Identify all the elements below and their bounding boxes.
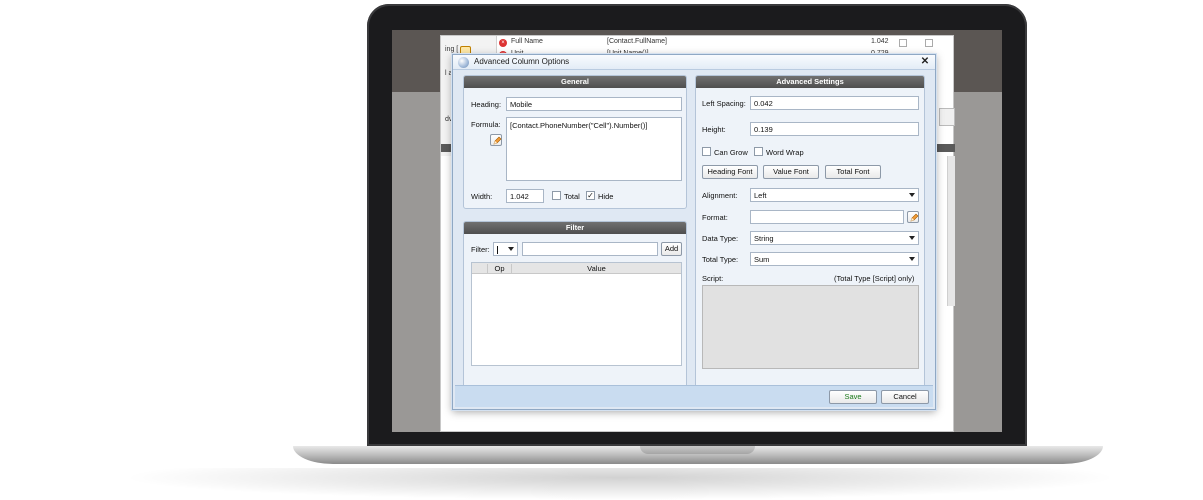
script-note: (Total Type [Script] only) xyxy=(834,274,915,283)
chevron-down-icon xyxy=(909,236,915,240)
width-label: Width: xyxy=(471,192,493,201)
hide-label: Hide xyxy=(598,192,614,201)
format-edit-icon[interactable] xyxy=(907,211,919,223)
total-type-label: Total Type: xyxy=(702,255,739,264)
data-type-value: String xyxy=(754,234,774,243)
word-wrap-checkbox[interactable] xyxy=(754,147,763,156)
row-name: Full Name xyxy=(511,38,543,45)
close-icon[interactable]: ✕ xyxy=(919,56,931,68)
filter-grid: Op Value xyxy=(471,262,682,366)
general-panel: General Heading: Mobile Formula: [Contac… xyxy=(463,75,687,209)
script-label: Script: xyxy=(702,274,724,283)
row-checkbox[interactable] xyxy=(925,39,933,47)
left-spacing-label: Left Spacing: xyxy=(702,99,746,108)
filter-label: Filter: xyxy=(471,245,490,254)
filter-panel: Filter Filter: Add Op Value xyxy=(463,221,687,405)
total-checkbox[interactable] xyxy=(552,191,561,200)
alignment-value: Left xyxy=(754,191,767,200)
advanced-settings-header: Advanced Settings xyxy=(696,76,924,88)
can-grow-label: Can Grow xyxy=(714,148,748,157)
row-formula: [Contact.FullName] xyxy=(607,38,667,45)
data-type-label: Data Type: xyxy=(702,234,739,243)
laptop-scene: ing [ l and dvan × Full Name [Contact.Fu… xyxy=(0,0,1203,500)
heading-font-button[interactable]: Heading Font xyxy=(702,165,758,179)
total-font-button[interactable]: Total Font xyxy=(825,165,881,179)
cancel-button[interactable]: Cancel xyxy=(881,390,929,404)
formula-label: Formula: xyxy=(471,120,501,129)
script-textarea[interactable] xyxy=(702,285,919,369)
add-filter-button[interactable]: Add xyxy=(661,242,682,256)
alignment-select[interactable]: Left xyxy=(750,188,919,202)
row-checkbox[interactable] xyxy=(899,39,907,47)
total-type-value: Sum xyxy=(754,255,770,264)
chevron-down-icon xyxy=(508,247,514,251)
height-input[interactable]: 0.139 xyxy=(750,122,919,136)
word-wrap-label: Word Wrap xyxy=(766,148,804,157)
width-input[interactable]: 1.042 xyxy=(506,189,544,203)
grid-col-op: Op xyxy=(488,264,512,273)
row-width: 1.042 xyxy=(871,38,889,45)
background-table-row[interactable]: × Full Name [Contact.FullName] 1.042 xyxy=(499,38,955,50)
total-type-select[interactable]: Sum xyxy=(750,252,919,266)
filter-header: Filter xyxy=(464,222,686,234)
format-input[interactable] xyxy=(750,210,904,224)
chevron-down-icon xyxy=(909,193,915,197)
data-type-select[interactable]: String xyxy=(750,231,919,245)
filter-grid-header: Op Value xyxy=(472,263,681,274)
can-grow-checkbox[interactable] xyxy=(702,147,711,156)
height-label: Height: xyxy=(702,125,726,134)
grid-col-select xyxy=(472,264,488,274)
heading-label: Heading: xyxy=(471,100,502,109)
background-scrollbar[interactable] xyxy=(947,156,955,306)
value-font-button[interactable]: Value Font xyxy=(763,165,819,179)
filter-value-input[interactable] xyxy=(522,242,658,256)
background-left-text: ing [ xyxy=(445,46,459,53)
laptop-screen: ing [ l and dvan × Full Name [Contact.Fu… xyxy=(392,30,1002,432)
chevron-down-icon xyxy=(909,257,915,261)
alignment-label: Alignment: xyxy=(702,191,738,200)
formula-textarea[interactable]: [Contact.PhoneNumber("Cell").Number()] xyxy=(506,117,682,181)
formula-edit-icon[interactable] xyxy=(490,134,502,146)
dialog-footer: Save Cancel xyxy=(455,385,933,407)
advanced-column-options-dialog: Advanced Column Options ✕ General Headin… xyxy=(452,54,936,410)
dialog-titlebar: Advanced Column Options ✕ xyxy=(453,55,935,70)
hide-checkbox[interactable]: ✓ xyxy=(586,191,595,200)
background-side-button[interactable] xyxy=(939,108,955,126)
left-spacing-input[interactable]: 0.042 xyxy=(750,96,919,110)
filter-field-select[interactable] xyxy=(493,242,518,256)
heading-input[interactable]: Mobile xyxy=(506,97,682,111)
total-label: Total xyxy=(564,192,580,201)
dialog-title: Advanced Column Options xyxy=(474,57,570,66)
general-header: General xyxy=(464,76,686,88)
grid-col-value: Value xyxy=(587,264,606,273)
remove-icon[interactable]: × xyxy=(499,39,507,47)
laptop-notch xyxy=(640,446,755,454)
format-label: Format: xyxy=(702,213,728,222)
app-icon xyxy=(458,57,469,68)
save-button[interactable]: Save xyxy=(829,390,877,404)
advanced-settings-panel: Advanced Settings Left Spacing: 0.042 He… xyxy=(695,75,925,405)
floor-shadow xyxy=(120,468,1120,500)
